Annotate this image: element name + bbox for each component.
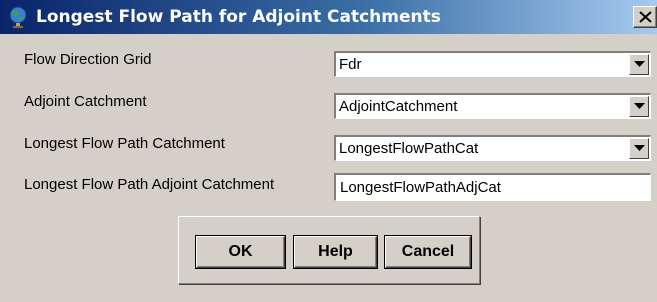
adjoint-catchment-value: AdjointCatchment <box>339 98 458 115</box>
longest-flow-path-catchment-select[interactable]: LongestFlowPathCat <box>334 135 651 161</box>
window-title: Longest Flow Path for Adjoint Catchments <box>36 7 441 27</box>
chevron-down-icon <box>634 61 645 67</box>
title-bar[interactable]: Longest Flow Path for Adjoint Catchments <box>0 0 657 34</box>
chevron-down-icon <box>634 145 645 151</box>
globe-icon <box>6 5 30 29</box>
cancel-button[interactable]: Cancel <box>385 236 471 268</box>
help-button[interactable]: Help <box>294 236 377 268</box>
dialog-window: Longest Flow Path for Adjoint Catchments… <box>0 0 657 302</box>
close-button[interactable] <box>633 6 657 28</box>
longest-flow-path-adjoint-value: LongestFlowPathAdjCat <box>340 179 501 196</box>
longest-flow-path-catchment-dropdown-button[interactable] <box>629 138 649 159</box>
adjoint-catchment-select[interactable]: AdjointCatchment <box>334 93 651 119</box>
longest-flow-path-catchment-label: Longest Flow Path Catchment <box>24 135 225 152</box>
close-icon <box>639 11 652 23</box>
longest-flow-path-catchment-value: LongestFlowPathCat <box>339 140 479 157</box>
flow-direction-label: Flow Direction Grid <box>24 51 152 68</box>
flow-direction-dropdown-button[interactable] <box>629 54 649 75</box>
longest-flow-path-adjoint-input[interactable]: LongestFlowPathAdjCat <box>334 173 651 201</box>
adjoint-catchment-label: Adjoint Catchment <box>24 93 147 110</box>
flow-direction-select[interactable]: Fdr <box>334 51 651 77</box>
longest-flow-path-adjoint-label: Longest Flow Path Adjoint Catchment <box>24 176 275 193</box>
ok-button[interactable]: OK <box>196 236 285 268</box>
flow-direction-value: Fdr <box>339 56 362 73</box>
button-group: OK Help Cancel <box>178 216 480 284</box>
chevron-down-icon <box>634 103 645 109</box>
adjoint-catchment-dropdown-button[interactable] <box>629 96 649 117</box>
